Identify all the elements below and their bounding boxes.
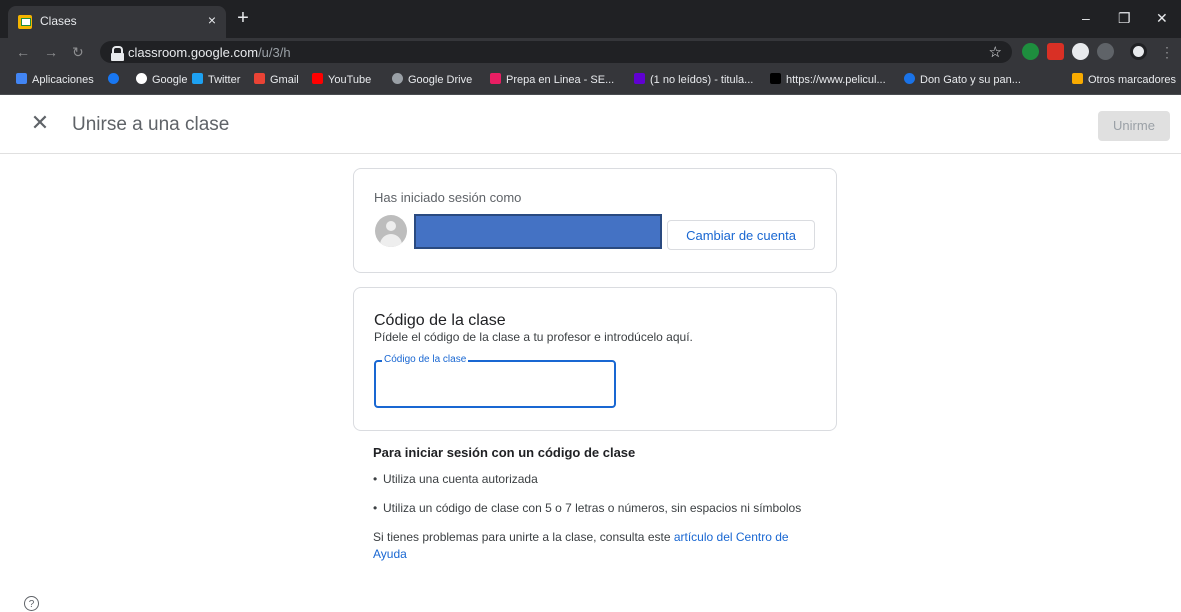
- bookmark-google[interactable]: Google: [136, 73, 187, 86]
- bookmark-google-drive[interactable]: Google Drive: [392, 73, 472, 86]
- don-gato-icon: [904, 73, 915, 84]
- reload-icon[interactable]: ↻: [72, 44, 84, 61]
- lock-icon: [111, 46, 124, 61]
- info-section: Para iniciar sesión con un código de cla…: [373, 445, 813, 563]
- help-icon[interactable]: ?: [24, 596, 39, 611]
- browser-toolbar: ← → ↻ classroom.google.com/u/3/h ☆ ⋮: [0, 38, 1181, 66]
- restore-icon[interactable]: ❐: [1118, 10, 1131, 27]
- bookmarks-bar: Aplicaciones Google Twitter Gmail YouTub…: [0, 66, 1181, 95]
- forward-icon[interactable]: →: [44, 44, 58, 60]
- switch-account-button[interactable]: Cambiar de cuenta: [667, 220, 815, 250]
- yahoo-mail-icon: [634, 73, 645, 84]
- help-text: Si tienes problemas para unirte a la cla…: [373, 530, 789, 561]
- google-icon: [136, 73, 147, 84]
- bookmark-gmail[interactable]: Gmail: [254, 73, 299, 86]
- browser-tabstrip: Clases × + – ❐ ✕: [0, 0, 1181, 38]
- info-title: Para iniciar sesión con un código de cla…: [373, 445, 636, 460]
- bookmark-yahoo-mail[interactable]: (1 no leídos) - titula...: [634, 73, 753, 86]
- apps-grid-icon: [16, 73, 27, 84]
- info-bullet: Utiliza una cuenta autorizada: [373, 471, 813, 488]
- bookmark-prepa-en-linea[interactable]: Prepa en Linea - SE...: [490, 73, 614, 86]
- app-header: ✕ Unirse a una clase Unirme: [0, 95, 1181, 154]
- drive-icon: [392, 73, 403, 84]
- avatar: [375, 215, 407, 247]
- account-card: Has iniciado sesión como Cambiar de cuen…: [353, 168, 837, 273]
- class-code-description: Pídele el código de la clase a tu profes…: [374, 330, 693, 344]
- tab-close-icon[interactable]: ×: [208, 12, 216, 28]
- class-code-card: Código de la clase Pídele el código de l…: [353, 287, 837, 431]
- profile-avatar-icon[interactable]: [1130, 43, 1147, 60]
- folder-icon: [1072, 73, 1083, 84]
- formula-extension-icon[interactable]: [1072, 43, 1089, 60]
- pdf-extension-icon[interactable]: [1047, 43, 1064, 60]
- tab-title: Clases: [40, 14, 77, 28]
- bookmark-don-gato[interactable]: Don Gato y su pan...: [904, 73, 1021, 86]
- bookmark-aplicaciones[interactable]: Aplicaciones: [16, 73, 94, 86]
- url-text: classroom.google.com/u/3/h: [128, 45, 291, 60]
- bookmark-youtube[interactable]: YouTube: [312, 73, 371, 86]
- new-tab-button[interactable]: +: [232, 8, 254, 30]
- signed-in-label: Has iniciado sesión como: [374, 190, 522, 205]
- bookmark-twitter[interactable]: Twitter: [192, 73, 240, 86]
- info-list: Utiliza una cuenta autorizada Utiliza un…: [373, 471, 813, 517]
- bookmark-otros-marcadores[interactable]: Otros marcadores: [1072, 73, 1176, 86]
- youtube-icon: [312, 73, 323, 84]
- twitter-icon: [192, 73, 203, 84]
- back-icon[interactable]: ←: [16, 44, 30, 60]
- extension-green-icon[interactable]: [1022, 43, 1039, 60]
- bookmark-star-icon[interactable]: ☆: [989, 43, 1002, 61]
- page-title: Unirse a una clase: [72, 114, 230, 135]
- menu-icon[interactable]: ⋮: [1160, 44, 1174, 61]
- triangle-icon: [770, 73, 781, 84]
- window-close-icon[interactable]: ✕: [1156, 10, 1168, 27]
- redacted-account-info: [414, 214, 662, 249]
- class-code-field-label: Código de la clase: [382, 354, 469, 365]
- join-button[interactable]: Unirme: [1098, 111, 1170, 141]
- extension-grey-icon[interactable]: [1097, 43, 1114, 60]
- facebook-icon: [108, 73, 119, 84]
- close-icon[interactable]: ✕: [28, 111, 52, 135]
- address-bar[interactable]: classroom.google.com/u/3/h ☆: [100, 41, 1012, 63]
- minimize-icon[interactable]: –: [1082, 10, 1090, 26]
- bookmark-facebook[interactable]: [108, 73, 124, 86]
- class-code-field[interactable]: Código de la clase: [374, 354, 616, 408]
- classroom-favicon-icon: [18, 15, 32, 29]
- browser-tab-clases[interactable]: Clases ×: [8, 6, 226, 38]
- gmail-icon: [254, 73, 265, 84]
- class-code-title: Código de la clase: [374, 312, 506, 329]
- bookmark-pelicula[interactable]: https://www.pelicul...: [770, 73, 886, 86]
- info-bullet: Utiliza un código de clase con 5 o 7 let…: [373, 500, 813, 517]
- prepa-icon: [490, 73, 501, 84]
- class-code-input[interactable]: [384, 376, 608, 400]
